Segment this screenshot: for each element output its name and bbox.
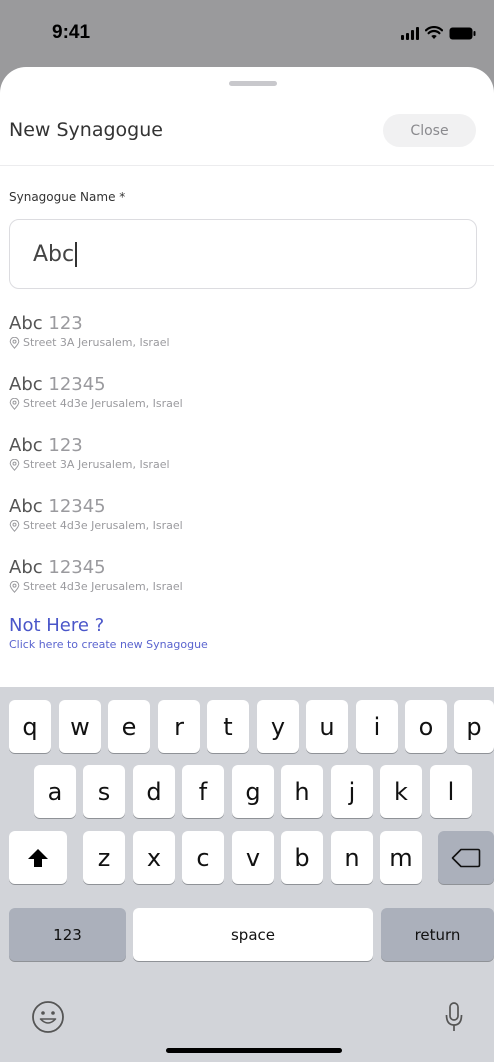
key-p[interactable]: p (454, 700, 494, 753)
emoji-icon (32, 1001, 64, 1033)
battery-icon (449, 27, 476, 40)
result-address: Street 3A Jerusalem, Israel (9, 458, 479, 471)
result-address: Street 4d3e Jerusalem, Israel (9, 519, 479, 532)
sheet-grabber[interactable] (229, 81, 277, 86)
key-m[interactable]: m (380, 831, 422, 884)
backspace-key[interactable] (438, 831, 494, 884)
result-address: Street 4d3e Jerusalem, Israel (9, 397, 479, 410)
text-cursor (75, 241, 77, 267)
result-item[interactable]: Abc 12345 Street 4d3e Jerusalem, Israel (9, 557, 479, 618)
result-name: Abc 123 (9, 313, 83, 334)
key-z[interactable]: z (83, 831, 125, 884)
result-name: Abc 123 (9, 435, 83, 456)
home-indicator (166, 1048, 342, 1053)
keyboard: q w e r t y u i o p a s d f g h j k l z … (0, 687, 494, 1062)
key-s[interactable]: s (83, 765, 125, 818)
key-x[interactable]: x (133, 831, 175, 884)
key-c[interactable]: c (182, 831, 224, 884)
key-t[interactable]: t (207, 700, 249, 753)
new-synagogue-sheet: New Synagogue Close Synagogue Name * Abc… (0, 67, 494, 687)
status-time: 9:41 (52, 22, 91, 43)
location-pin-icon (9, 580, 20, 593)
location-pin-icon (9, 458, 20, 471)
backspace-icon (451, 848, 481, 867)
location-pin-icon (9, 519, 20, 532)
location-pin-icon (9, 336, 20, 349)
result-name: Abc 12345 (9, 496, 106, 517)
status-icons (401, 26, 476, 40)
key-h[interactable]: h (281, 765, 323, 818)
synagogue-name-label: Synagogue Name * (9, 190, 126, 204)
synagogue-name-value: Abc (33, 241, 75, 267)
status-bar: 9:41 (0, 0, 494, 66)
result-item[interactable]: Abc 12345 Street 4d3e Jerusalem, Israel (9, 374, 479, 435)
key-j[interactable]: j (331, 765, 373, 818)
dictation-key[interactable] (434, 997, 474, 1037)
result-item[interactable]: Abc 123 Street 3A Jerusalem, Israel (9, 313, 479, 374)
key-l[interactable]: l (430, 765, 472, 818)
key-r[interactable]: r (158, 700, 200, 753)
key-b[interactable]: b (281, 831, 323, 884)
header-divider (0, 165, 494, 166)
return-key[interactable]: return (381, 908, 494, 961)
key-v[interactable]: v (232, 831, 274, 884)
key-f[interactable]: f (182, 765, 224, 818)
key-e[interactable]: e (108, 700, 150, 753)
key-a[interactable]: a (34, 765, 76, 818)
key-q[interactable]: q (9, 700, 51, 753)
emoji-key[interactable] (28, 997, 68, 1037)
close-button[interactable]: Close (383, 114, 476, 147)
microphone-icon (445, 1002, 463, 1031)
synagogue-name-input[interactable]: Abc (9, 219, 477, 289)
create-new-synagogue-link[interactable]: Not Here ? Click here to create new Syna… (9, 615, 208, 651)
location-pin-icon (9, 397, 20, 410)
result-item[interactable]: Abc 123 Street 3A Jerusalem, Israel (9, 435, 479, 496)
key-k[interactable]: k (380, 765, 422, 818)
shift-icon (28, 848, 48, 867)
key-i[interactable]: i (356, 700, 398, 753)
sheet-title: New Synagogue (9, 119, 163, 141)
key-n[interactable]: n (331, 831, 373, 884)
search-results: Abc 123 Street 3A Jerusalem, Israel Abc … (9, 313, 479, 618)
key-d[interactable]: d (133, 765, 175, 818)
not-here-subtitle: Click here to create new Synagogue (9, 638, 208, 651)
key-g[interactable]: g (232, 765, 274, 818)
result-name: Abc 12345 (9, 557, 106, 578)
key-y[interactable]: y (257, 700, 299, 753)
cellular-signal-icon (401, 27, 419, 40)
key-o[interactable]: o (405, 700, 447, 753)
space-key[interactable]: space (133, 908, 373, 961)
key-u[interactable]: u (306, 700, 348, 753)
key-w[interactable]: w (59, 700, 101, 753)
result-address: Street 4d3e Jerusalem, Israel (9, 580, 479, 593)
shift-key[interactable] (9, 831, 67, 884)
result-name: Abc 12345 (9, 374, 106, 395)
not-here-title: Not Here ? (9, 615, 105, 636)
result-item[interactable]: Abc 12345 Street 4d3e Jerusalem, Israel (9, 496, 479, 557)
numbers-key[interactable]: 123 (9, 908, 126, 961)
wifi-icon (425, 26, 443, 39)
result-address: Street 3A Jerusalem, Israel (9, 336, 479, 349)
